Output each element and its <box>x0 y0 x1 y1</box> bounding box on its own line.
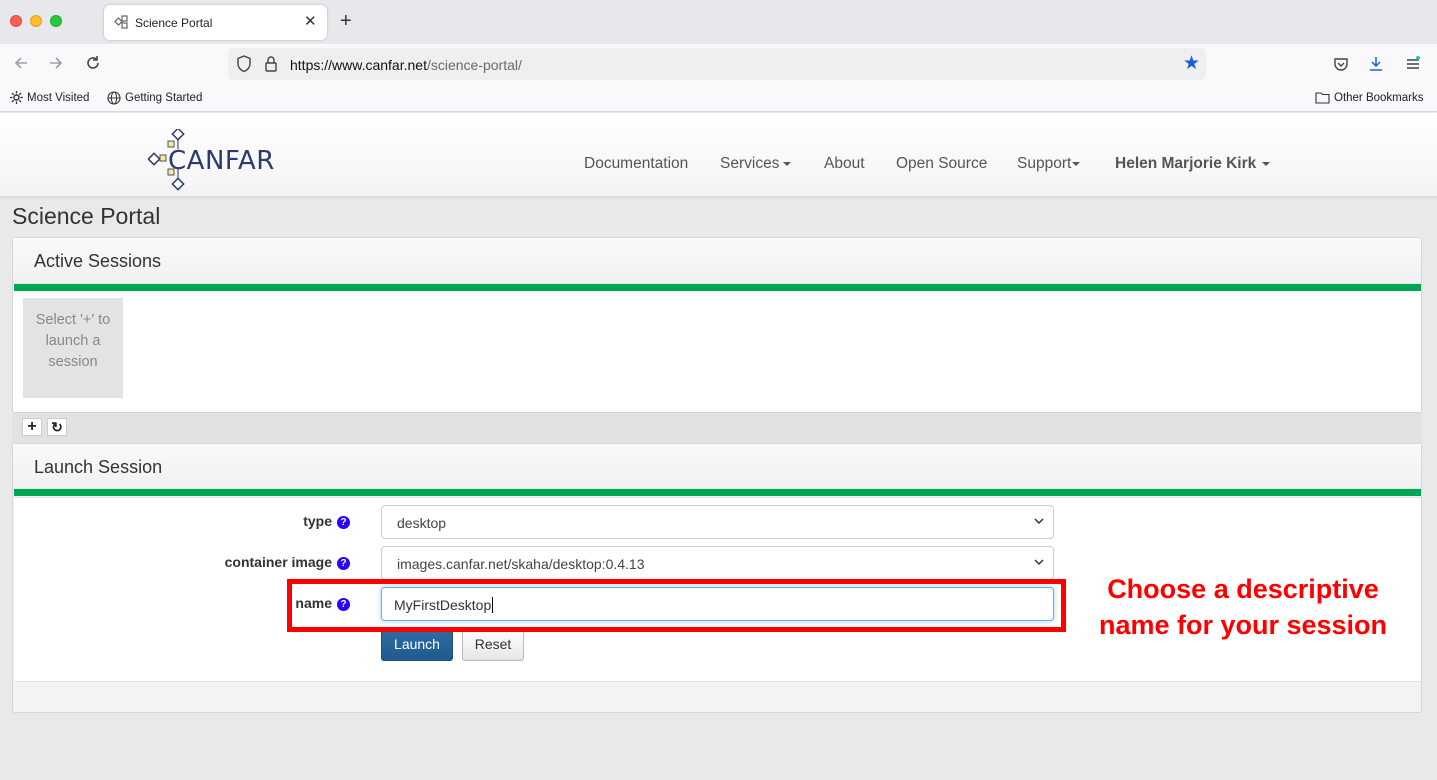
download-icon[interactable] <box>1368 56 1384 72</box>
site-header: CANFAR Documentation Services About Open… <box>0 113 1437 197</box>
url-host: https://www.canfar.net <box>290 57 427 73</box>
caret-down-icon <box>1262 161 1271 166</box>
type-label: type? <box>250 513 350 529</box>
chevron-down-icon <box>1034 559 1044 566</box>
maximize-window-button[interactable] <box>50 15 62 27</box>
url-text[interactable]: https://www.canfar.net/science-portal/ <box>290 57 522 73</box>
panel-accent-bar <box>14 284 1421 291</box>
bookmark-most-visited[interactable]: Most Visited <box>10 91 89 104</box>
session-action-bar: + ↻ <box>12 413 1422 443</box>
reset-button[interactable]: Reset <box>462 628 524 661</box>
tab-title: Science Portal <box>135 16 213 30</box>
close-window-button[interactable] <box>10 15 22 27</box>
type-select[interactable]: desktop <box>381 505 1054 539</box>
folder-icon <box>1315 92 1330 104</box>
tracking-shield-icon[interactable] <box>236 55 252 73</box>
nav-label: Services <box>720 155 780 172</box>
container-image-select[interactable]: images.canfar.net/skaha/desktop:0.4.13 <box>381 546 1054 580</box>
bookmarks-bar: Most Visited Getting Started Other Bookm… <box>0 86 1437 112</box>
site-favicon-icon <box>114 15 128 29</box>
refresh-sessions-icon[interactable]: ↻ <box>47 418 67 436</box>
chevron-down-icon <box>1034 518 1044 525</box>
bookmark-label: Getting Started <box>125 92 203 104</box>
launch-session-title: Launch Session <box>34 457 163 477</box>
reload-icon[interactable] <box>84 54 102 72</box>
annotation-text: Choose a descriptive name for your sessi… <box>1098 574 1388 640</box>
bookmark-label: Most Visited <box>27 91 90 104</box>
caret-down-icon <box>783 161 792 166</box>
browser-nav-bar: https://www.canfar.net/science-portal/ ★ <box>0 44 1437 86</box>
field-label: container image <box>224 554 332 570</box>
canfar-logo[interactable]: CANFAR <box>148 129 275 193</box>
help-icon[interactable]: ? <box>337 516 350 529</box>
type-value: desktop <box>397 515 447 531</box>
user-name: Helen Marjorie Kirk <box>1115 155 1257 172</box>
page-title: Science Portal <box>12 203 161 229</box>
gear-icon <box>10 91 23 104</box>
panel-header: Launch Session <box>13 444 1421 489</box>
forward-arrow-icon[interactable] <box>47 54 65 72</box>
nav-open-source[interactable]: Open Source <box>896 155 987 173</box>
field-label: type <box>303 513 332 529</box>
new-tab-icon[interactable]: + <box>340 10 352 33</box>
panel-header: Active Sessions <box>13 238 1421 284</box>
container-image-value: images.canfar.net/skaha/desktop:0.4.13 <box>397 556 645 572</box>
menu-icon[interactable] <box>1405 56 1421 72</box>
close-tab-icon[interactable]: ✕ <box>304 12 317 30</box>
active-sessions-panel: Active Sessions Select '+' to launch a s… <box>12 237 1422 413</box>
pocket-icon[interactable] <box>1333 56 1349 72</box>
minimize-window-button[interactable] <box>30 15 42 27</box>
bookmark-label: Other Bookmarks <box>1334 91 1424 104</box>
lock-icon[interactable] <box>264 55 278 73</box>
nav-services[interactable]: Services <box>720 155 792 173</box>
nav-label: Support <box>1017 155 1072 172</box>
browser-tab[interactable]: Science Portal ✕ <box>104 5 327 40</box>
globe-icon <box>107 91 121 105</box>
url-bar[interactable]: https://www.canfar.net/science-portal/ ★ <box>228 48 1206 80</box>
nav-user-menu[interactable]: Helen Marjorie Kirk <box>1115 155 1271 173</box>
url-path: /science-portal/ <box>426 57 522 73</box>
back-arrow-icon[interactable] <box>12 54 30 72</box>
launch-button[interactable]: Launch <box>381 628 453 661</box>
panel-accent-bar <box>14 489 1421 496</box>
nav-documentation[interactable]: Documentation <box>584 155 688 173</box>
browser-tab-bar: Science Portal ✕ + <box>0 0 1437 44</box>
bookmark-getting-started[interactable]: Getting Started <box>107 91 202 105</box>
logo-text: CANFAR <box>168 146 275 176</box>
bookmark-star-icon[interactable]: ★ <box>1183 52 1200 75</box>
empty-session-tile: Select '+' to launch a session <box>23 298 123 398</box>
active-sessions-title: Active Sessions <box>34 251 162 271</box>
add-session-icon[interactable]: + <box>22 418 42 436</box>
container-image-label: container image? <box>190 554 350 570</box>
nav-support[interactable]: Support <box>1017 155 1081 173</box>
highlight-box <box>287 579 1066 632</box>
help-icon[interactable]: ? <box>337 557 350 570</box>
nav-about[interactable]: About <box>824 155 865 173</box>
caret-down-icon <box>1072 161 1081 166</box>
bookmark-other-bookmarks[interactable]: Other Bookmarks <box>1315 91 1423 104</box>
